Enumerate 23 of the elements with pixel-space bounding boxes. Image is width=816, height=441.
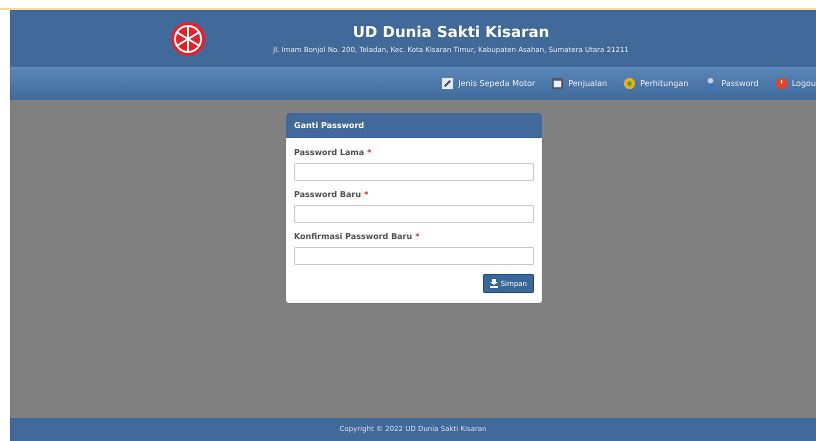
calendar-icon: [551, 77, 564, 90]
user-icon: [704, 77, 718, 90]
nav-link[interactable]: Penjualan: [551, 77, 608, 90]
field-label: Password Lama: [294, 148, 364, 157]
password-field[interactable]: [294, 163, 534, 181]
nav-link[interactable]: Perhitungan: [623, 77, 688, 90]
company-title: UD Dunia Sakti Kisaran: [352, 23, 550, 41]
logo-icon: [170, 20, 206, 56]
password-field[interactable]: [294, 205, 534, 223]
panel-title: Ganti Password: [286, 113, 542, 138]
pencil-icon: [441, 77, 454, 90]
nav-link[interactable]: Jenis Sepeda Motor: [441, 77, 536, 90]
field-label: Password Baru: [294, 190, 362, 199]
required-mark: *: [415, 232, 420, 241]
nav-link[interactable]: Logou: [774, 77, 816, 90]
power-icon: [774, 77, 788, 90]
required-mark: *: [367, 148, 372, 157]
gear-icon: [623, 77, 636, 90]
field-label: Konfirmasi Password Baru: [294, 232, 412, 241]
download-icon: [490, 279, 498, 288]
nav-link[interactable]: Password: [704, 77, 759, 90]
password-field[interactable]: [294, 247, 534, 265]
required-mark: *: [364, 190, 368, 199]
